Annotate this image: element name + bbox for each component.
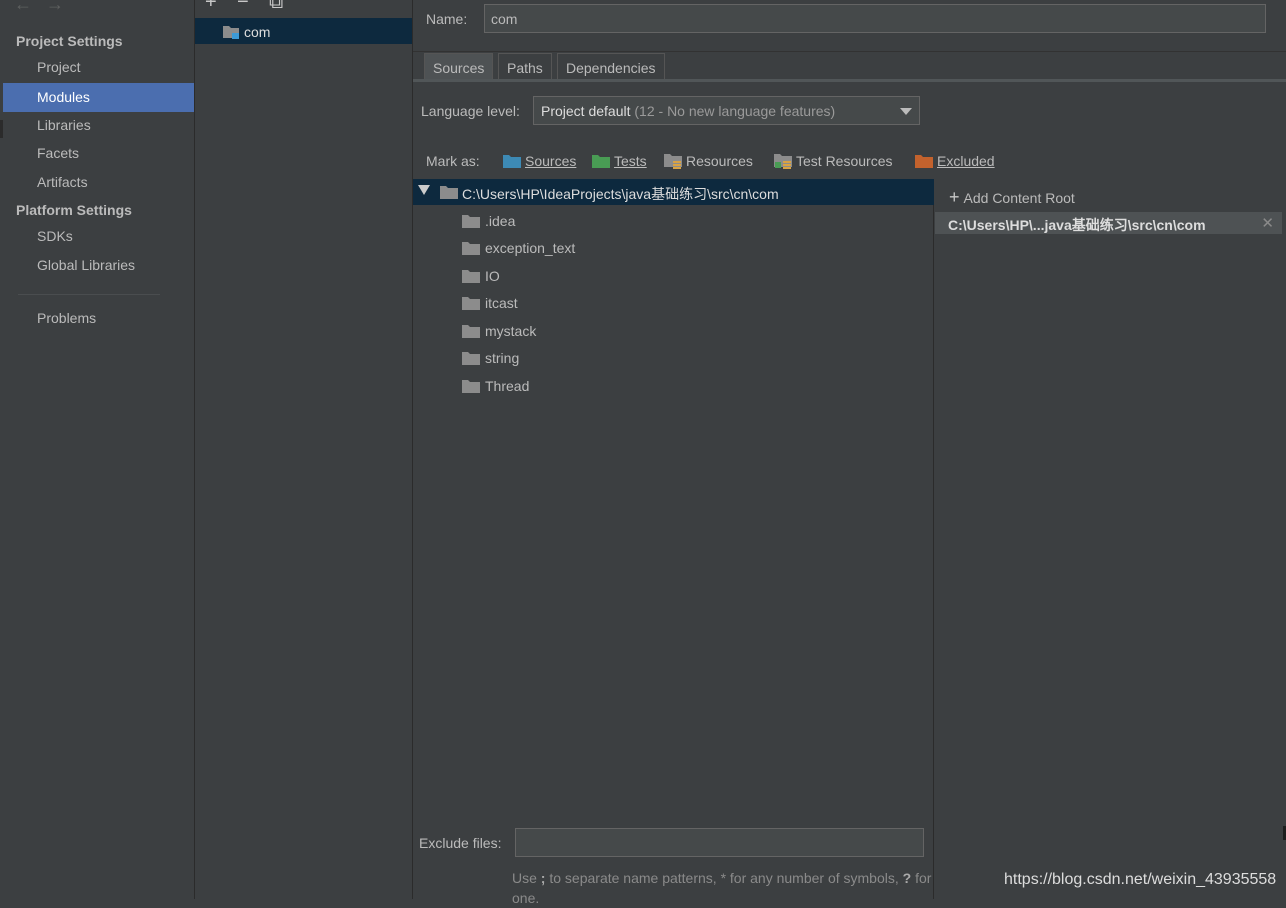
settings-navigation: ←→ Project Settings Project Modules Libr…	[0, 0, 195, 899]
tree-item-mystack[interactable]: mystack	[462, 323, 536, 339]
copy-module-icon[interactable]: ⧉	[269, 0, 301, 14]
tree-item-itcast[interactable]: itcast	[462, 295, 518, 311]
mark-as-test-resources-button[interactable]: Test Resources	[774, 153, 892, 169]
tab-sources[interactable]: Sources	[424, 53, 494, 79]
tests-folder-icon	[592, 155, 610, 168]
module-item-com[interactable]: com	[195, 18, 412, 44]
mark-label: Sources	[525, 153, 577, 169]
module-name: com	[244, 24, 271, 40]
close-icon[interactable]: ✕	[1261, 214, 1274, 232]
tree-item-label: Thread	[485, 378, 530, 394]
header-divider	[413, 51, 1286, 52]
add-content-root-label: Add Content Root	[963, 190, 1075, 206]
module-folder-icon	[223, 26, 239, 39]
folder-icon	[462, 270, 480, 283]
mark-label: Test Resources	[796, 153, 893, 169]
tab-paths[interactable]: Paths	[498, 53, 552, 79]
exclude-files-hint: Use ; to separate name patterns, * for a…	[512, 868, 932, 908]
mark-label: Tests	[614, 153, 647, 169]
hint-wildcard: ?	[902, 870, 912, 886]
tree-item-string[interactable]: string	[462, 350, 519, 366]
language-level-select[interactable]: Project default (12 - No new language fe…	[533, 96, 920, 125]
tree-item-label: .idea	[485, 213, 516, 229]
sources-folder-icon	[503, 155, 521, 168]
watermark: https://blog.csdn.net/weixin_43935558	[1004, 871, 1277, 888]
nav-item-project[interactable]: Project	[3, 53, 194, 82]
platform-settings-heading: Platform Settings	[16, 202, 132, 218]
content-root-entry[interactable]: C:\Users\HP\...java基础练习\src\cn\com ✕	[935, 212, 1282, 234]
add-content-root-button[interactable]: + Add Content Root	[949, 187, 1075, 208]
mark-label: Resources	[686, 153, 753, 169]
folder-icon	[462, 352, 480, 365]
folder-icon	[462, 380, 480, 393]
nav-item-problems[interactable]: Problems	[3, 304, 194, 333]
folder-icon	[462, 215, 480, 228]
tree-item-label: exception_text	[485, 240, 576, 256]
add-module-icon[interactable]: +	[205, 0, 237, 14]
project-settings-heading: Project Settings	[16, 33, 123, 49]
forward-arrow-icon[interactable]: →	[46, 0, 78, 14]
tree-item-label: IO	[485, 268, 500, 284]
module-list-panel: + − ⧉ com	[195, 0, 413, 899]
history-arrows[interactable]: ←→	[14, 0, 78, 15]
tree-root-path: C:\Users\HP\IdeaProjects\java基础练习\src\cn…	[462, 186, 779, 202]
back-arrow-icon[interactable]: ←	[14, 0, 46, 14]
tab-underline	[413, 79, 1286, 82]
folder-icon	[462, 325, 480, 338]
folder-icon	[440, 186, 458, 199]
plus-icon: +	[949, 187, 960, 207]
folder-icon	[462, 242, 480, 255]
mark-as-label: Mark as:	[426, 153, 480, 169]
tree-item-idea[interactable]: .idea	[462, 213, 515, 229]
hint-text: to separate name patterns, * for any num…	[545, 870, 903, 886]
content-root-path: C:\Users\HP\...java基础练习\src\cn\com	[948, 217, 1206, 233]
mark-as-tests-button[interactable]: Tests	[592, 153, 647, 169]
nav-item-global-libraries[interactable]: Global Libraries	[3, 251, 194, 280]
mark-as-sources-button[interactable]: Sources	[503, 153, 576, 169]
tree-item-exception-text[interactable]: exception_text	[462, 240, 575, 256]
source-folder-tree: C:\Users\HP\IdeaProjects\java基础练习\src\cn…	[413, 179, 934, 899]
tab-dependencies[interactable]: Dependencies	[557, 53, 665, 79]
language-level-label: Language level:	[421, 103, 520, 119]
window-edge	[0, 120, 3, 138]
hint-text: Use	[512, 870, 541, 886]
exclude-files-label: Exclude files:	[419, 835, 502, 851]
expand-arrow-icon[interactable]	[418, 185, 430, 195]
tree-item-label: itcast	[485, 295, 518, 311]
resources-folder-icon	[664, 154, 682, 169]
test-resources-folder-icon	[774, 154, 792, 169]
module-name-input[interactable]	[484, 4, 1266, 33]
nav-item-modules[interactable]: Modules	[3, 83, 194, 112]
module-toolbar: + − ⧉	[205, 0, 301, 14]
mark-label: Excluded	[937, 153, 995, 169]
content-root-panel: + Add Content Root C:\Users\HP\...java基础练…	[935, 179, 1286, 899]
nav-item-facets[interactable]: Facets	[3, 139, 194, 168]
exclude-files-input[interactable]	[515, 828, 924, 857]
nav-item-artifacts[interactable]: Artifacts	[3, 168, 194, 197]
excluded-folder-icon	[915, 155, 933, 168]
name-label: Name:	[426, 11, 468, 27]
nav-item-sdks[interactable]: SDKs	[3, 222, 194, 251]
tree-item-label: string	[485, 350, 520, 366]
folder-icon	[462, 297, 480, 310]
language-level-hint: (12 - No new language features)	[634, 103, 836, 119]
chevron-down-icon	[900, 108, 912, 115]
tree-item-io[interactable]: IO	[462, 268, 500, 284]
mark-as-resources-button[interactable]: Resources	[664, 153, 753, 169]
tree-root-node[interactable]: C:\Users\HP\IdeaProjects\java基础练习\src\cn…	[413, 179, 934, 205]
mark-as-excluded-button[interactable]: Excluded	[915, 153, 995, 169]
nav-divider	[18, 294, 160, 295]
language-level-value: Project default	[541, 103, 631, 119]
tree-item-label: mystack	[485, 323, 537, 339]
nav-item-libraries[interactable]: Libraries	[3, 111, 194, 140]
tree-item-thread[interactable]: Thread	[462, 378, 529, 394]
remove-module-icon[interactable]: −	[237, 0, 269, 14]
